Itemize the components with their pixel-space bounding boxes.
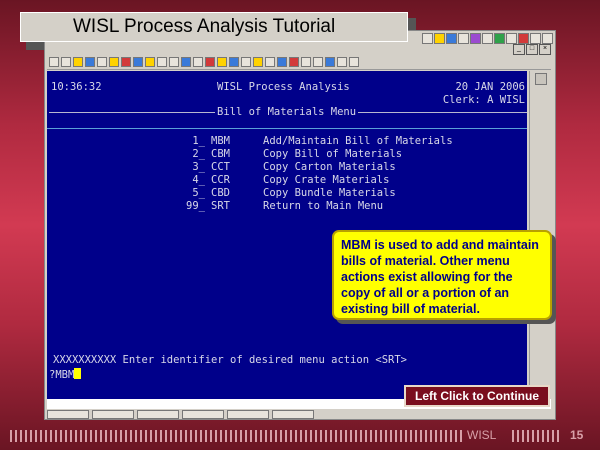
main-toolbar — [47, 55, 551, 70]
toolbar-button[interactable] — [133, 57, 143, 67]
toolbar-icon[interactable] — [482, 33, 493, 44]
menu-item-code: CCT — [211, 161, 230, 173]
menu-item-number: 2_ — [192, 148, 205, 160]
taskbar-item[interactable] — [227, 410, 269, 419]
toolbar-button[interactable] — [349, 57, 359, 67]
maximize-icon[interactable]: □ — [526, 44, 538, 55]
toolbar-icon[interactable] — [542, 33, 553, 44]
toolbar-button[interactable] — [145, 57, 155, 67]
toolbar-icon[interactable] — [458, 33, 469, 44]
toolbar-button[interactable] — [169, 57, 179, 67]
toolbar-button[interactable] — [325, 57, 335, 67]
menu-item-code: CCR — [211, 174, 230, 186]
menu-list: 1_ MBM Add/Maintain Bill of Materials 2_… — [185, 135, 453, 213]
terminal-time: 10:36:32 — [51, 81, 102, 93]
taskbar-item[interactable] — [92, 410, 134, 419]
toolbar-button[interactable] — [85, 57, 95, 67]
menu-item-number: 5_ — [192, 187, 205, 199]
scroll-up-icon[interactable] — [535, 73, 547, 85]
application-window: _ □ × 10:36:32 WISL Process Analysis 20 … — [44, 30, 556, 420]
toolbar-button[interactable] — [61, 57, 71, 67]
toolbar-icon[interactable] — [446, 33, 457, 44]
toolbar-button[interactable] — [121, 57, 131, 67]
toolbar-button[interactable] — [193, 57, 203, 67]
toolbar-button[interactable] — [301, 57, 311, 67]
toolbar-icon[interactable] — [494, 33, 505, 44]
footer-decoration-bars — [10, 430, 465, 442]
menu-item-cct[interactable]: 3_ CCT Copy Carton Materials — [185, 161, 453, 174]
menu-item-ccr[interactable]: 4_ CCR Copy Crate Materials — [185, 174, 453, 187]
menu-item-number: 4_ — [192, 174, 205, 186]
menu-item-label: Copy Crate Materials — [263, 174, 390, 186]
text-cursor — [74, 368, 82, 379]
action-prompt: XXXXXXXXXX Enter identifier of desired m… — [53, 354, 408, 366]
toolbar-button[interactable] — [289, 57, 299, 67]
menu-item-mbm[interactable]: 1_ MBM Add/Maintain Bill of Materials — [185, 135, 453, 148]
continue-button[interactable]: Left Click to Continue — [404, 385, 550, 407]
taskbar-item[interactable] — [137, 410, 179, 419]
toolbar-button[interactable] — [205, 57, 215, 67]
page-number: 15 — [570, 428, 584, 442]
toolbar-button[interactable] — [157, 57, 167, 67]
menu-item-cbd[interactable]: 5_ CBD Copy Bundle Materials — [185, 187, 453, 200]
terminal-app-title: WISL Process Analysis — [217, 81, 350, 93]
menu-item-label: Copy Bill of Materials — [263, 148, 403, 160]
toolbar-button[interactable] — [337, 57, 347, 67]
window-controls: _ □ × — [513, 44, 551, 55]
toolbar-icon[interactable] — [422, 33, 433, 44]
terminal-date: 20 JAN 2006 — [455, 81, 525, 93]
toolbar-button[interactable] — [73, 57, 83, 67]
command-text: ?MBM — [49, 369, 75, 381]
menu-item-number: 99_ — [186, 200, 205, 212]
toolbar-button[interactable] — [265, 57, 275, 67]
slide-footer: WISL 15 — [0, 426, 600, 446]
top-toolbar-icons — [422, 33, 553, 44]
toolbar-icon[interactable] — [434, 33, 445, 44]
toolbar-button[interactable] — [313, 57, 323, 67]
slide-title: WISL Process Analysis Tutorial — [20, 12, 408, 42]
toolbar-button[interactable] — [181, 57, 191, 67]
taskbar-item[interactable] — [272, 410, 314, 419]
taskbar — [47, 410, 553, 419]
menu-item-number: 3_ — [192, 161, 205, 173]
menu-item-cbm[interactable]: 2_ CBM Copy Bill of Materials — [185, 148, 453, 161]
menu-item-number: 1_ — [192, 135, 205, 147]
toolbar-button[interactable] — [49, 57, 59, 67]
toolbar-button[interactable] — [229, 57, 239, 67]
toolbar-button[interactable] — [241, 57, 251, 67]
close-icon[interactable]: × — [539, 44, 551, 55]
minimize-icon[interactable]: _ — [513, 44, 525, 55]
menu-item-code: MBM — [211, 135, 230, 147]
toolbar-button[interactable] — [253, 57, 263, 67]
header-separator — [47, 128, 527, 129]
toolbar-icon[interactable] — [518, 33, 529, 44]
menu-item-label: Return to Main Menu — [263, 200, 384, 212]
taskbar-item[interactable] — [47, 410, 89, 419]
footer-label: WISL — [467, 428, 497, 442]
footer-decoration-bars — [512, 430, 560, 442]
toolbar-button[interactable] — [217, 57, 227, 67]
menu-item-code: CBM — [211, 148, 230, 160]
toolbar-icon[interactable] — [470, 33, 481, 44]
toolbar-icon[interactable] — [530, 33, 541, 44]
terminal-clerk: Clerk: A WISL — [442, 94, 525, 106]
menu-title: Bill of Materials Menu — [215, 106, 359, 119]
menu-item-code: SRT — [211, 200, 230, 212]
menu-item-label: Copy Carton Materials — [263, 161, 396, 173]
menu-item-srt[interactable]: 99_ SRT Return to Main Menu — [185, 200, 453, 213]
taskbar-item[interactable] — [182, 410, 224, 419]
menu-item-label: Copy Bundle Materials — [263, 187, 396, 199]
callout-note: MBM is used to add and maintain bills of… — [332, 230, 552, 320]
menu-item-code: CBD — [211, 187, 230, 199]
toolbar-button[interactable] — [97, 57, 107, 67]
command-input[interactable]: ?MBM — [49, 368, 82, 382]
toolbar-icon[interactable] — [506, 33, 517, 44]
toolbar-button[interactable] — [277, 57, 287, 67]
toolbar-button[interactable] — [109, 57, 119, 67]
menu-item-label: Add/Maintain Bill of Materials — [263, 135, 453, 147]
